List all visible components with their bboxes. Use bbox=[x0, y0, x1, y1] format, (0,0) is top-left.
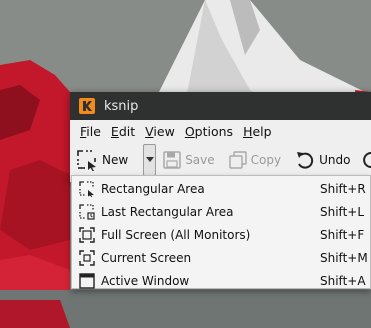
last-rect-area-icon bbox=[79, 203, 95, 220]
toolbar: New Save Copy Undo bbox=[70, 142, 371, 178]
menu-bar: File Edit View Options Help bbox=[70, 120, 371, 142]
menu-item-shortcut: Shift+R bbox=[320, 181, 366, 196]
new-capture-button[interactable]: New bbox=[73, 145, 131, 175]
new-capture-icon bbox=[77, 150, 96, 171]
menu-file[interactable]: File bbox=[75, 124, 106, 139]
new-label: New bbox=[102, 153, 129, 167]
redo-icon bbox=[363, 152, 371, 168]
full-screen-icon bbox=[79, 226, 95, 243]
menu-item-shortcut: Shift+M bbox=[320, 250, 368, 265]
capture-mode-menu: Rectangular Area Shift+R Last Rectangula… bbox=[71, 175, 371, 289]
menu-options[interactable]: Options bbox=[180, 124, 238, 139]
ksnip-logo-icon bbox=[79, 98, 95, 114]
menu-item-label: Active Window bbox=[101, 273, 190, 288]
menu-item-label: Last Rectangular Area bbox=[101, 204, 234, 219]
save-icon bbox=[163, 151, 181, 169]
menu-item-shortcut: Shift+L bbox=[320, 204, 365, 219]
menu-item-full-screen[interactable]: Full Screen (All Monitors) Shift+F bbox=[72, 223, 370, 246]
window-title: ksnip bbox=[104, 98, 139, 114]
copy-label: Copy bbox=[250, 153, 282, 167]
copy-button[interactable]: Copy bbox=[228, 145, 282, 175]
rect-area-icon bbox=[79, 180, 94, 197]
title-bar[interactable]: ksnip bbox=[70, 92, 371, 120]
menu-item-label: Rectangular Area bbox=[101, 181, 205, 196]
capture-mode-dropdown-button[interactable] bbox=[143, 144, 157, 176]
undo-button[interactable]: Undo bbox=[295, 145, 350, 175]
current-screen-icon bbox=[79, 249, 95, 266]
save-label: Save bbox=[185, 153, 215, 167]
menu-item-shortcut: Shift+A bbox=[320, 273, 366, 288]
copy-icon bbox=[228, 151, 247, 169]
undo-label: Undo bbox=[319, 153, 351, 167]
active-window-icon bbox=[79, 272, 95, 289]
redo-button[interactable] bbox=[362, 145, 371, 175]
menu-item-active-window[interactable]: Active Window Shift+A bbox=[72, 269, 370, 292]
undo-icon bbox=[297, 152, 314, 169]
chevron-down-icon bbox=[145, 157, 154, 162]
menu-item-label: Current Screen bbox=[101, 250, 192, 265]
save-button[interactable]: Save bbox=[163, 145, 215, 175]
menu-item-last-rectangular-area[interactable]: Last Rectangular Area Shift+L bbox=[72, 200, 370, 223]
menu-help[interactable]: Help bbox=[238, 124, 277, 139]
menu-edit[interactable]: Edit bbox=[106, 124, 140, 139]
ksnip-window: ksnip File Edit View Options Help New Sa… bbox=[70, 92, 371, 182]
menu-item-rectangular-area[interactable]: Rectangular Area Shift+R bbox=[72, 177, 370, 200]
menu-item-current-screen[interactable]: Current Screen Shift+M bbox=[72, 246, 370, 269]
menu-view[interactable]: View bbox=[140, 124, 180, 139]
menu-item-shortcut: Shift+F bbox=[320, 227, 365, 242]
menu-item-label: Full Screen (All Monitors) bbox=[101, 227, 251, 242]
